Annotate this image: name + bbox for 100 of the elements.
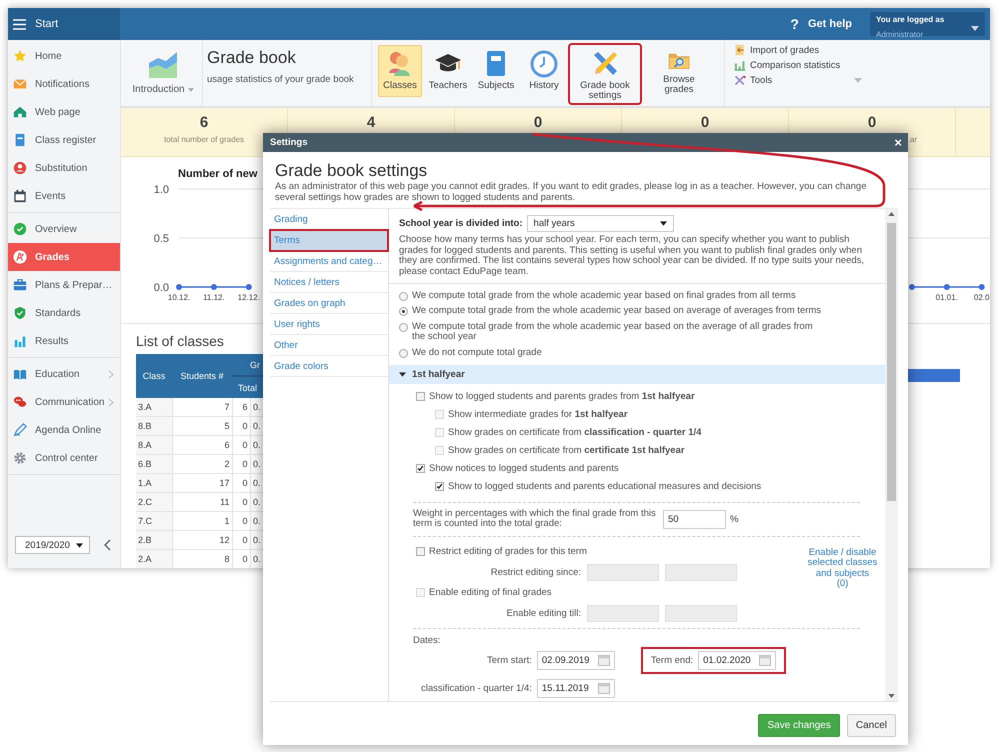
section-header[interactable]: 1st halfyear	[389, 364, 885, 384]
field-label: classification - quarter 1/4:	[421, 682, 532, 694]
help-text: Choose how many terms has your school year. For each term, you can specify whether you want to publish grades for logged students and parents. This setting is useful when you want to publish final grades only when they are confirmed. The list contains several types how school year can be divided. If no type suits your needs, please contact EduPage team.	[399, 235, 866, 277]
toolbar-link[interactable]: Import of grades	[734, 44, 862, 56]
weight-field[interactable]: 50	[663, 510, 726, 528]
table-cell: 6	[172, 436, 232, 454]
radio-label[interactable]: We do not compute total grade	[412, 348, 542, 358]
sidebar-item[interactable]: Agenda Online	[8, 416, 120, 444]
sidebar-item[interactable]: Class register	[8, 126, 120, 154]
close-button[interactable]: ×	[894, 135, 902, 150]
date-field[interactable]	[587, 564, 659, 580]
link[interactable]: Enable / disable selected classes and subjects	[800, 548, 885, 579]
chart-title: Number of new	[178, 168, 258, 180]
sidebar-item[interactable]: Overview	[8, 215, 120, 243]
nav-item[interactable]: Other	[270, 335, 388, 356]
sidebar-item[interactable]: Education	[8, 360, 120, 388]
nav-item[interactable]: Notices / letters	[270, 272, 388, 293]
checkbox-label[interactable]: Show notices to logged students and parents	[429, 463, 619, 474]
check-icon	[13, 222, 27, 236]
field-label: Term start:	[487, 654, 532, 666]
date-field[interactable]	[587, 604, 659, 622]
user-menu[interactable]: You are logged as Administrator	[870, 12, 985, 36]
sidebar-item[interactable]: Standards	[8, 299, 120, 327]
radio-label[interactable]: We compute total grade from the whole academic year based on the average of all grades from the school year	[412, 322, 825, 342]
checkbox[interactable]	[416, 392, 425, 401]
description: As an administrator of this web page you cannot edit grades. If you want to edit grades, please log in as a teacher. However, you can change several settings how grades are shown to logged students and parents.	[275, 182, 868, 203]
nav-item[interactable]: Grade colors	[270, 356, 388, 377]
toolbar-button[interactable]: History	[522, 45, 566, 97]
radio-label[interactable]: We compute total grade from the whole academic year based on average of averages from terms	[412, 306, 822, 316]
sidebar-item[interactable]: Plans & Prepar…	[8, 271, 120, 299]
scrollbar[interactable]	[885, 209, 898, 701]
toolbar-button[interactable]: Classes	[378, 45, 422, 97]
menu-label[interactable]: Start	[35, 18, 58, 30]
axis-label: 1.0	[154, 184, 169, 196]
sidebar-item[interactable]: Events	[8, 182, 120, 210]
stat-value: 0	[868, 114, 876, 131]
year-select[interactable]: 2019/2020	[15, 536, 90, 554]
sidebar-item[interactable]: Control center	[8, 444, 120, 472]
checkbox-label[interactable]: Restrict editing of grades for this term	[429, 546, 587, 557]
time-field[interactable]	[665, 564, 737, 580]
sidebar-item[interactable]: Home	[8, 42, 120, 70]
toolbar-button[interactable]: Grade book settings	[570, 45, 640, 103]
unit-label: %	[730, 514, 738, 524]
radio-button[interactable]	[399, 307, 408, 316]
person-icon	[13, 161, 27, 175]
date-field[interactable]: 02.09.2019	[536, 650, 615, 670]
stat-value: 0	[700, 114, 710, 131]
toolbar-button[interactable]: Browse grades	[644, 45, 714, 97]
sidebar-item[interactable]: Results	[8, 327, 120, 355]
toolbar-link[interactable]: Comparison statistics	[734, 59, 862, 71]
caret-icon	[399, 372, 406, 376]
help-label[interactable]: Get help	[808, 18, 852, 30]
calendar-icon[interactable]	[598, 682, 610, 694]
sidebar-item[interactable]: Notifications	[8, 70, 120, 98]
radio-button[interactable]	[399, 322, 408, 332]
toolbar-link[interactable]: Tools	[734, 74, 862, 86]
field-label: Restrict editing since:	[490, 566, 581, 578]
section-title: 1st halfyear	[412, 368, 465, 380]
link[interactable]: (0)	[836, 579, 848, 590]
introduction-menu[interactable]: Introduction	[130, 40, 203, 106]
collapse-icon[interactable]	[104, 539, 111, 551]
radio-button[interactable]	[399, 292, 408, 300]
menu-icon[interactable]	[13, 18, 26, 30]
time-field[interactable]	[665, 604, 737, 622]
briefcase-icon	[13, 278, 27, 292]
checkbox-label[interactable]: Show to logged students and parents grades from 1st halfyear	[429, 391, 695, 402]
sidebar-item[interactable]: Communication	[8, 388, 120, 416]
checkbox-label[interactable]: Show to logged students and parents educational measures and decisions	[448, 481, 762, 492]
calendar-icon[interactable]	[598, 654, 610, 666]
sidebar-item[interactable]: Web page	[8, 98, 120, 126]
toolbar-button[interactable]: Teachers	[426, 45, 470, 97]
checkbox[interactable]	[435, 482, 444, 491]
toolbar-button[interactable]: Subjects	[474, 45, 518, 97]
user-caption: You are logged as	[876, 15, 946, 24]
nav-item[interactable]: User rights	[270, 314, 388, 335]
calendar-icon	[13, 189, 27, 203]
nav-item[interactable]: Grades on graph	[270, 293, 388, 314]
grade-icon	[13, 250, 27, 264]
radio-button[interactable]	[399, 348, 408, 358]
data-point	[210, 284, 217, 290]
date-field[interactable]: 01.02.2020	[698, 650, 776, 670]
cancel-button[interactable]: Cancel	[846, 714, 896, 737]
date-field[interactable]: 15.11.2019	[536, 678, 615, 698]
help-link[interactable]: ? Get help	[790, 8, 852, 40]
table-cell: 12	[172, 530, 232, 550]
scroll-down-icon[interactable]	[888, 694, 895, 698]
sidebar-item[interactable]: Substitution	[8, 154, 120, 182]
division-select[interactable]: half years	[526, 215, 674, 232]
column-header: Gr	[232, 354, 263, 376]
radio-label[interactable]: We compute total grade from the whole academic year based on final grades from all terms	[412, 290, 796, 301]
calendar-icon[interactable]	[759, 654, 772, 666]
table-cell: 2.B	[136, 530, 172, 550]
notebook-icon	[13, 133, 27, 147]
chevron-icon	[108, 398, 114, 406]
checkbox[interactable]	[416, 547, 425, 556]
checkbox[interactable]	[416, 464, 425, 473]
scroll-up-icon[interactable]	[888, 212, 895, 216]
table-cell: 17	[172, 474, 232, 492]
stat-value: 0	[534, 114, 542, 131]
nav-item[interactable]: Assignments and categ…	[270, 251, 388, 272]
